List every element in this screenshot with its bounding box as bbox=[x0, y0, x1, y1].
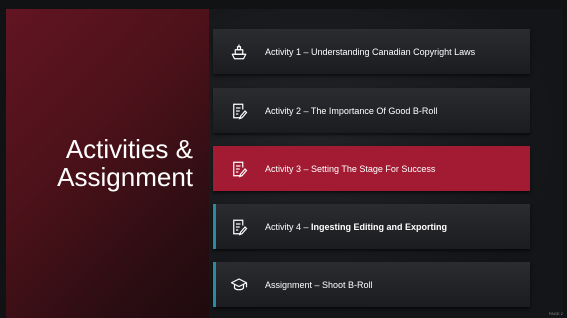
assignment-label: Assignment – Shoot B-Roll bbox=[265, 279, 373, 290]
activity-item-1[interactable]: Activity 1 – Understanding Canadian Copy… bbox=[213, 29, 530, 74]
activity-label: Activity 4 – Ingesting Editing and Expor… bbox=[265, 222, 447, 232]
activity-item-2[interactable]: Activity 2 – The Importance Of Good B-Ro… bbox=[213, 88, 530, 133]
left-panel: Activities & Assignment bbox=[6, 9, 209, 318]
slide-title: Activities & Assignment bbox=[57, 134, 193, 192]
graduation-cap-icon bbox=[213, 276, 265, 294]
activity-label-prefix: Activity 4 – bbox=[265, 221, 312, 232]
ship-icon bbox=[213, 43, 265, 61]
activity-item-4[interactable]: Activity 4 – Ingesting Editing and Expor… bbox=[213, 204, 530, 249]
document-pencil-icon bbox=[213, 218, 265, 236]
activity-label: Activity 3 – Setting The Stage For Succe… bbox=[265, 163, 436, 174]
activity-label-bold: Ingesting Editing and Exporting bbox=[311, 221, 448, 232]
activity-label: Activity 1 – Understanding Canadian Copy… bbox=[265, 46, 476, 57]
activity-label: Activity 2 – The Importance Of Good B-Ro… bbox=[265, 105, 438, 116]
document-pencil-icon bbox=[213, 102, 265, 120]
page-number: PAGE 2 bbox=[548, 311, 563, 316]
assignment-item[interactable]: Assignment – Shoot B-Roll bbox=[213, 262, 530, 307]
activity-item-3[interactable]: Activity 3 – Setting The Stage For Succe… bbox=[213, 146, 530, 191]
document-pencil-icon bbox=[213, 160, 265, 178]
